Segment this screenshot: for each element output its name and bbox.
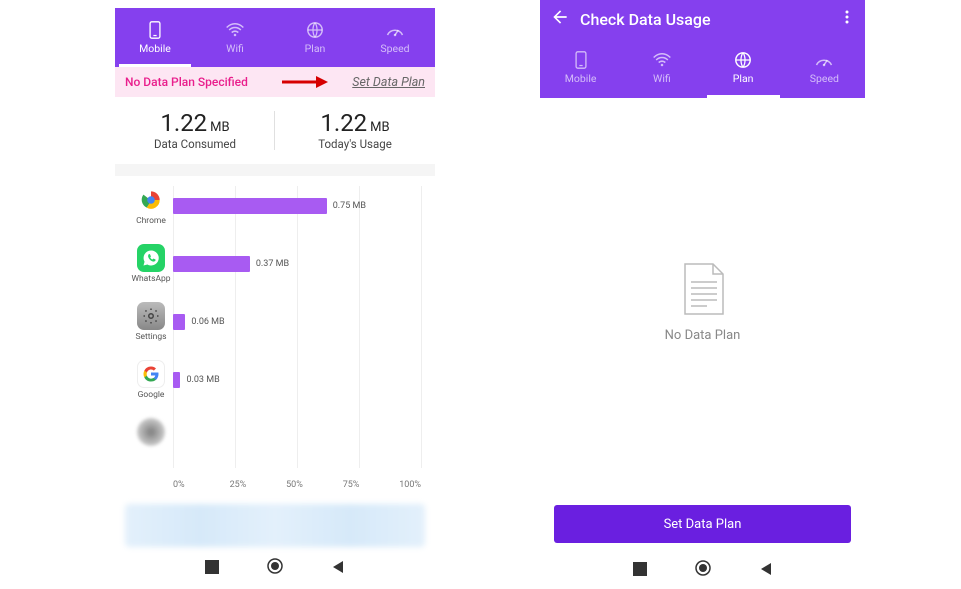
xtick: 0%	[173, 480, 230, 490]
appbar-title: Check Data Usage	[580, 10, 839, 29]
usage-stats: 1.22 MB Data Consumed 1.22 MB Today's Us…	[115, 97, 435, 164]
gauge-icon	[814, 51, 834, 69]
nav-back-icon[interactable]	[331, 559, 345, 578]
app-name: Settings	[135, 332, 166, 342]
tab-label: Mobile	[565, 72, 597, 85]
android-nav-bar	[540, 555, 865, 585]
phone-screen-mobile-usage: Mobile Wifi Plan Speed No Data Plan Spec…	[115, 8, 435, 583]
stat-data-consumed: 1.22 MB Data Consumed	[115, 97, 275, 164]
stat-value: 1.22	[160, 109, 207, 137]
nav-recent-icon[interactable]	[633, 561, 647, 580]
phone-icon	[571, 51, 591, 69]
stat-todays-usage: 1.22 MB Today's Usage	[275, 97, 435, 164]
banner-message: No Data Plan Specified	[125, 75, 248, 89]
app-name: Chrome	[136, 216, 166, 226]
chart-xaxis: 0% 25% 50% 75% 100%	[173, 476, 421, 490]
wifi-icon	[652, 51, 672, 69]
gauge-icon	[385, 21, 405, 39]
app-row-whatsapp[interactable]: WhatsApp 0.37 MB	[129, 244, 421, 292]
tab-speed[interactable]: Speed	[784, 38, 865, 98]
app-name: WhatsApp	[131, 274, 170, 284]
stat-unit: MB	[210, 120, 229, 135]
tab-wifi[interactable]: Wifi	[195, 8, 275, 67]
usage-bar	[173, 372, 180, 388]
usage-bar	[173, 256, 250, 272]
google-icon	[137, 360, 165, 388]
tab-plan[interactable]: Plan	[275, 8, 355, 67]
tab-label: Wifi	[653, 72, 671, 85]
xtick: 50%	[286, 480, 343, 490]
phone-screen-plan: Check Data Usage Mobile Wifi Plan	[540, 0, 865, 585]
xtick: 100%	[399, 480, 421, 490]
usage-value: 0.03 MB	[186, 375, 219, 385]
set-data-plan-link[interactable]: Set Data Plan	[352, 75, 425, 90]
no-plan-banner: No Data Plan Specified Set Data Plan	[115, 67, 435, 97]
globe-icon	[733, 51, 753, 69]
tabs-header: Mobile Wifi Plan Speed	[540, 38, 865, 98]
set-data-plan-button[interactable]: Set Data Plan	[554, 505, 851, 543]
xtick: 75%	[343, 480, 400, 490]
tab-mobile[interactable]: Mobile	[540, 38, 621, 98]
android-nav-bar	[115, 553, 435, 583]
tab-speed[interactable]: Speed	[355, 8, 435, 67]
usage-value: 0.37 MB	[256, 259, 289, 269]
redacted-app-icon	[137, 418, 165, 446]
nav-back-icon[interactable]	[759, 561, 773, 580]
empty-state-text: No Data Plan	[665, 328, 741, 343]
arrow-annotation-icon	[280, 73, 330, 91]
nav-home-icon[interactable]	[695, 560, 711, 580]
whatsapp-icon	[137, 244, 165, 272]
usage-value: 0.06 MB	[191, 317, 224, 327]
nav-home-icon[interactable]	[267, 558, 283, 578]
tabs-header: Mobile Wifi Plan Speed	[115, 8, 435, 67]
stat-unit: MB	[370, 120, 389, 135]
tab-label: Speed	[380, 42, 409, 55]
app-name: Google	[138, 390, 165, 400]
stat-label: Data Consumed	[154, 137, 236, 151]
app-row-settings[interactable]: Settings 0.06 MB	[129, 302, 421, 350]
usage-bar	[173, 198, 327, 214]
usage-bar	[173, 314, 185, 330]
tab-plan[interactable]: Plan	[703, 38, 784, 98]
tab-label: Speed	[810, 72, 839, 85]
tab-mobile[interactable]: Mobile	[115, 8, 195, 67]
nav-recent-icon[interactable]	[205, 559, 219, 578]
tab-label: Wifi	[226, 42, 244, 55]
empty-state: No Data Plan	[540, 98, 865, 505]
tab-label: Plan	[733, 72, 754, 85]
app-row-redacted[interactable]	[129, 418, 421, 466]
phone-icon	[145, 21, 165, 39]
xtick: 25%	[230, 480, 287, 490]
button-label: Set Data Plan	[664, 517, 742, 532]
globe-icon	[305, 21, 325, 39]
redacted-bottom-area	[125, 504, 425, 547]
more-menu-icon[interactable]	[839, 9, 855, 29]
stat-label: Today's Usage	[318, 137, 392, 151]
tab-label: Mobile	[139, 42, 171, 55]
divider	[115, 164, 435, 176]
wifi-icon	[225, 21, 245, 39]
app-usage-chart: Chrome 0.75 MB WhatsApp 0.37 MB	[115, 176, 435, 494]
settings-icon	[137, 302, 165, 330]
app-row-chrome[interactable]: Chrome 0.75 MB	[129, 186, 421, 234]
chrome-icon	[137, 186, 165, 214]
back-icon[interactable]	[550, 7, 570, 31]
document-icon	[677, 260, 729, 318]
stat-value: 1.22	[320, 109, 367, 137]
tab-label: Plan	[305, 42, 326, 55]
app-row-google[interactable]: Google 0.03 MB	[129, 360, 421, 408]
tab-wifi[interactable]: Wifi	[621, 38, 702, 98]
app-bar: Check Data Usage	[540, 0, 865, 38]
usage-value: 0.75 MB	[333, 201, 366, 211]
